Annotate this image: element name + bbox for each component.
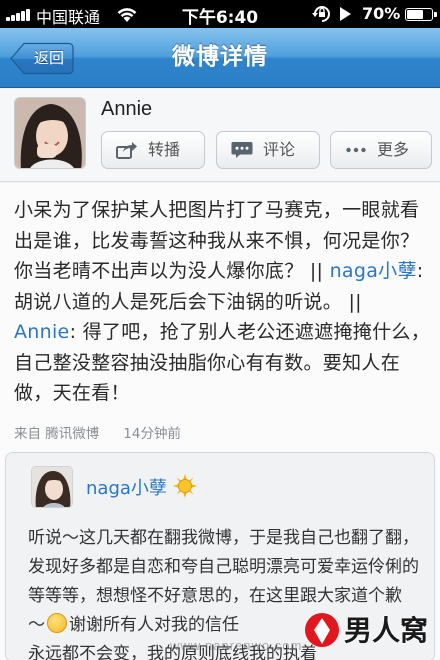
author-avatar[interactable]: [14, 97, 86, 169]
more-icon: [346, 147, 366, 153]
navigation-bar: 返回 微博详情: [0, 28, 440, 88]
sun-badge-icon: [173, 474, 197, 498]
post-text-part: : 得了吧，抢了别人老公还遮遮掩掩什么，自己整没整容抽没抽脂你心有有数。要知人在…: [14, 321, 431, 404]
play-icon: [340, 7, 351, 21]
page-title: 微博详情: [172, 44, 268, 70]
quoted-text-part: 谢谢所有人对我的信任: [69, 615, 239, 635]
post-header: Annie 转播 评论 更多: [0, 89, 440, 182]
repost-label: 转播: [148, 140, 181, 159]
watermark-url: www.nanrenwo.com: [170, 638, 303, 653]
battery-icon: [405, 8, 437, 21]
quoted-author-name[interactable]: naga小孽: [86, 474, 167, 500]
wink-emoji-icon: [47, 613, 67, 633]
comment-label: 评论: [263, 140, 296, 159]
quoted-text-part: 听说～这几天都在翻我微博，于是我自己也翻了翻，发现好多都是自恋和夸自己聪明漂亮可…: [28, 528, 419, 606]
repost-icon: [116, 142, 137, 159]
more-label: 更多: [377, 140, 410, 159]
battery-level: [407, 10, 423, 19]
post-meta: 来自 腾讯微博 14分钟前: [14, 422, 181, 442]
mention-link[interactable]: naga小孽: [330, 260, 417, 282]
author-name[interactable]: Annie: [101, 98, 152, 121]
more-button[interactable]: 更多: [330, 131, 432, 169]
post-source: 来自 腾讯微博: [14, 426, 100, 442]
mention-link[interactable]: Annie: [14, 321, 70, 343]
quoted-text-part: ～: [28, 615, 45, 635]
post-body: 小呆为了保护某人把图片打了马赛克，一眼就看出是谁，比发毒誓这种我从来不惧，何况是…: [0, 183, 440, 660]
quoted-author-avatar[interactable]: [31, 466, 73, 508]
repost-button[interactable]: 转播: [101, 131, 205, 169]
post-text: 小呆为了保护某人把图片打了马赛克，一眼就看出是谁，比发毒誓这种我从来不惧，何况是…: [14, 195, 430, 409]
comment-icon: [231, 142, 253, 158]
rotation-lock-icon: [312, 6, 330, 22]
post-time: 14分钟前: [123, 426, 181, 442]
status-bar: 中国联通 下午6:40 70%: [0, 0, 440, 28]
comment-button[interactable]: 评论: [216, 131, 320, 169]
svg-text:男人窝: 男人窝: [344, 614, 428, 647]
watermark-logo: 男人窝: [305, 613, 429, 648]
battery-percent: 70%: [362, 4, 401, 23]
